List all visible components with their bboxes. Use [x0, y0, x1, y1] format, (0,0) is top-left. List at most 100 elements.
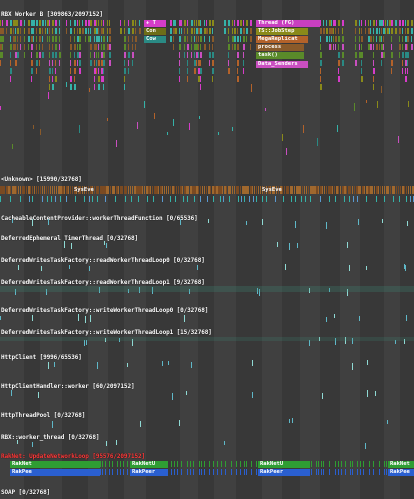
event-bar	[240, 461, 241, 467]
track-label: RBX::worker_thread [0/32768]	[1, 434, 100, 441]
event-rakpee-1[interactable]: RakPee	[10, 469, 100, 476]
event-tick	[106, 243, 107, 248]
event-tick	[347, 242, 348, 248]
event-syseve-2[interactable]: SysEve	[260, 187, 288, 194]
event-bar	[320, 36, 321, 42]
event-bar	[200, 36, 202, 42]
event-bar	[33, 28, 34, 34]
event-bar	[345, 461, 346, 467]
event-bar	[221, 461, 222, 467]
event-data-senders[interactable]: Data_Senders	[256, 61, 308, 68]
event-bar	[355, 36, 356, 42]
event-bar	[363, 461, 364, 467]
event-bar	[236, 469, 237, 475]
track-soap[interactable]: SOAP [0/32768]	[0, 488, 414, 499]
event-bar	[107, 28, 108, 34]
event-bar	[237, 52, 239, 58]
profiler-timeline-view[interactable]: RBX Worker B [309863/2097152] + T Con Co…	[0, 0, 414, 499]
event-bar	[387, 20, 388, 26]
track-unknown[interactable]: <Unknown> [15990/32768] SysEve SysEve	[0, 176, 414, 204]
event-bar	[131, 196, 132, 202]
event-bar	[209, 20, 211, 26]
event-bar	[20, 44, 21, 50]
event-bar	[222, 186, 223, 194]
event-cow[interactable]: Cow	[144, 36, 166, 43]
event-syseve-1[interactable]: SysEve	[72, 187, 98, 194]
event-bar	[132, 20, 134, 26]
event-bar	[142, 186, 143, 194]
event-bar	[74, 52, 75, 58]
event-bar	[382, 186, 383, 194]
event-raknet-4[interactable]: RakNet	[388, 461, 414, 468]
event-bar	[85, 20, 87, 26]
track-httpthreadpool[interactable]: HttpThreadPool [0/32768]	[0, 410, 414, 428]
event-con[interactable]: Con	[144, 28, 166, 35]
event-bar	[388, 186, 389, 194]
event-bar	[237, 76, 239, 82]
event-bar	[191, 44, 192, 50]
event-bar	[234, 20, 235, 26]
event-bar	[103, 52, 105, 58]
event-bar	[15, 44, 16, 50]
event-tick	[69, 265, 70, 269]
event-tick	[367, 390, 368, 397]
event-bar	[411, 28, 413, 34]
event-ts-jobstep[interactable]: TS::JobStep	[256, 28, 308, 35]
event-bar	[79, 52, 81, 58]
event-rakpee-2[interactable]: RakPeer	[130, 469, 168, 476]
event-plus-t[interactable]: + T	[144, 20, 166, 27]
track-deferred-ephemeral[interactable]: DeferredEphemeral TimerThread [0/32768]	[0, 232, 414, 250]
event-bar	[383, 36, 384, 42]
event-bar	[323, 469, 324, 475]
event-raknet-3[interactable]: RakNetU	[258, 461, 310, 468]
event-bar	[212, 68, 214, 74]
event-bar	[179, 76, 180, 82]
event-bar	[361, 60, 362, 66]
event-rakpee-4[interactable]: RakPee	[388, 469, 414, 476]
event-bar	[36, 28, 37, 34]
event-bar	[237, 36, 239, 42]
event-bar	[244, 469, 245, 475]
track-dwtf-read0[interactable]: DeferredWritesTaskFactory::readWorkerThr…	[0, 254, 414, 272]
event-tick	[337, 125, 338, 132]
event-bar	[326, 20, 327, 26]
track-raknet[interactable]: RakNet: UpdateNetworkLoop [95576/2097152…	[0, 453, 414, 487]
event-bar	[126, 186, 127, 194]
event-tick	[41, 266, 42, 271]
event-tick	[199, 116, 200, 119]
track-label: CacheableContentProvider::workerThreadFu…	[1, 215, 198, 222]
event-tick	[381, 86, 382, 93]
event-raknet-2[interactable]: RakNetU	[130, 461, 168, 468]
event-bar	[223, 196, 224, 202]
event-megareplicat[interactable]: MegaReplicat	[256, 36, 308, 43]
track-rbx-worker-thread[interactable]: RBX::worker_thread [0/32768]	[0, 432, 414, 450]
event-tick	[54, 362, 55, 367]
event-bar	[338, 186, 339, 194]
event-bar	[295, 196, 296, 202]
event-thread-fg[interactable]: Thread (FG)	[256, 20, 320, 27]
event-bar	[74, 20, 76, 26]
event-bar	[176, 186, 177, 194]
event-bar	[112, 469, 113, 475]
event-process[interactable]: process	[256, 44, 304, 51]
event-raknet-1[interactable]: RakNet	[10, 461, 100, 468]
event-bar	[122, 186, 123, 194]
event-tick	[104, 241, 105, 245]
event-bar	[368, 20, 369, 26]
event-bar	[56, 186, 57, 194]
event-bar	[103, 20, 104, 26]
event-rakpee-3[interactable]: RakPeer	[258, 469, 310, 476]
event-task[interactable]: task()	[256, 52, 304, 59]
event-bar	[251, 461, 252, 467]
track-rbx-worker[interactable]: RBX Worker B [309863/2097152] + T Con Co…	[0, 0, 414, 160]
event-bar	[237, 20, 239, 26]
event-bar	[181, 28, 182, 34]
event-bar	[383, 44, 384, 50]
event-tick	[154, 113, 155, 119]
event-bar	[204, 186, 205, 194]
event-bar	[144, 186, 145, 194]
track-httpclienthandler[interactable]: HttpClientHandler::worker [60/2097152]	[0, 381, 414, 399]
event-bar	[15, 60, 17, 66]
event-bar	[24, 44, 25, 50]
track-dwtf-write0[interactable]: DeferredWritesTaskFactory::writeWorkerTh…	[0, 304, 414, 322]
